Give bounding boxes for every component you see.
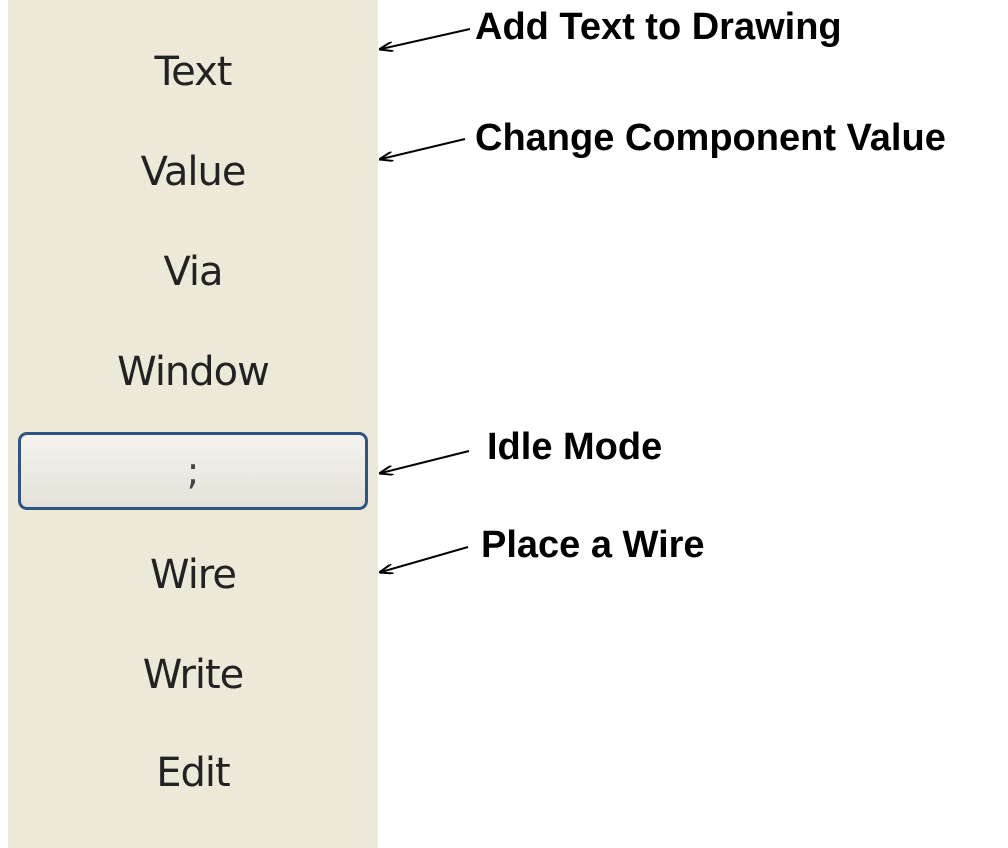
callout-idle-mode: Idle Mode [487,426,663,468]
callout-change-value: Change Component Value [475,117,946,159]
arrow-to-idle-mode [381,450,470,473]
callout-add-text: Add Text to Drawing [475,6,842,48]
arrow-to-value [381,138,466,159]
callout-place-wire: Place a Wire [481,524,705,566]
arrow-to-wire [381,546,469,572]
arrow-to-text [381,28,471,49]
